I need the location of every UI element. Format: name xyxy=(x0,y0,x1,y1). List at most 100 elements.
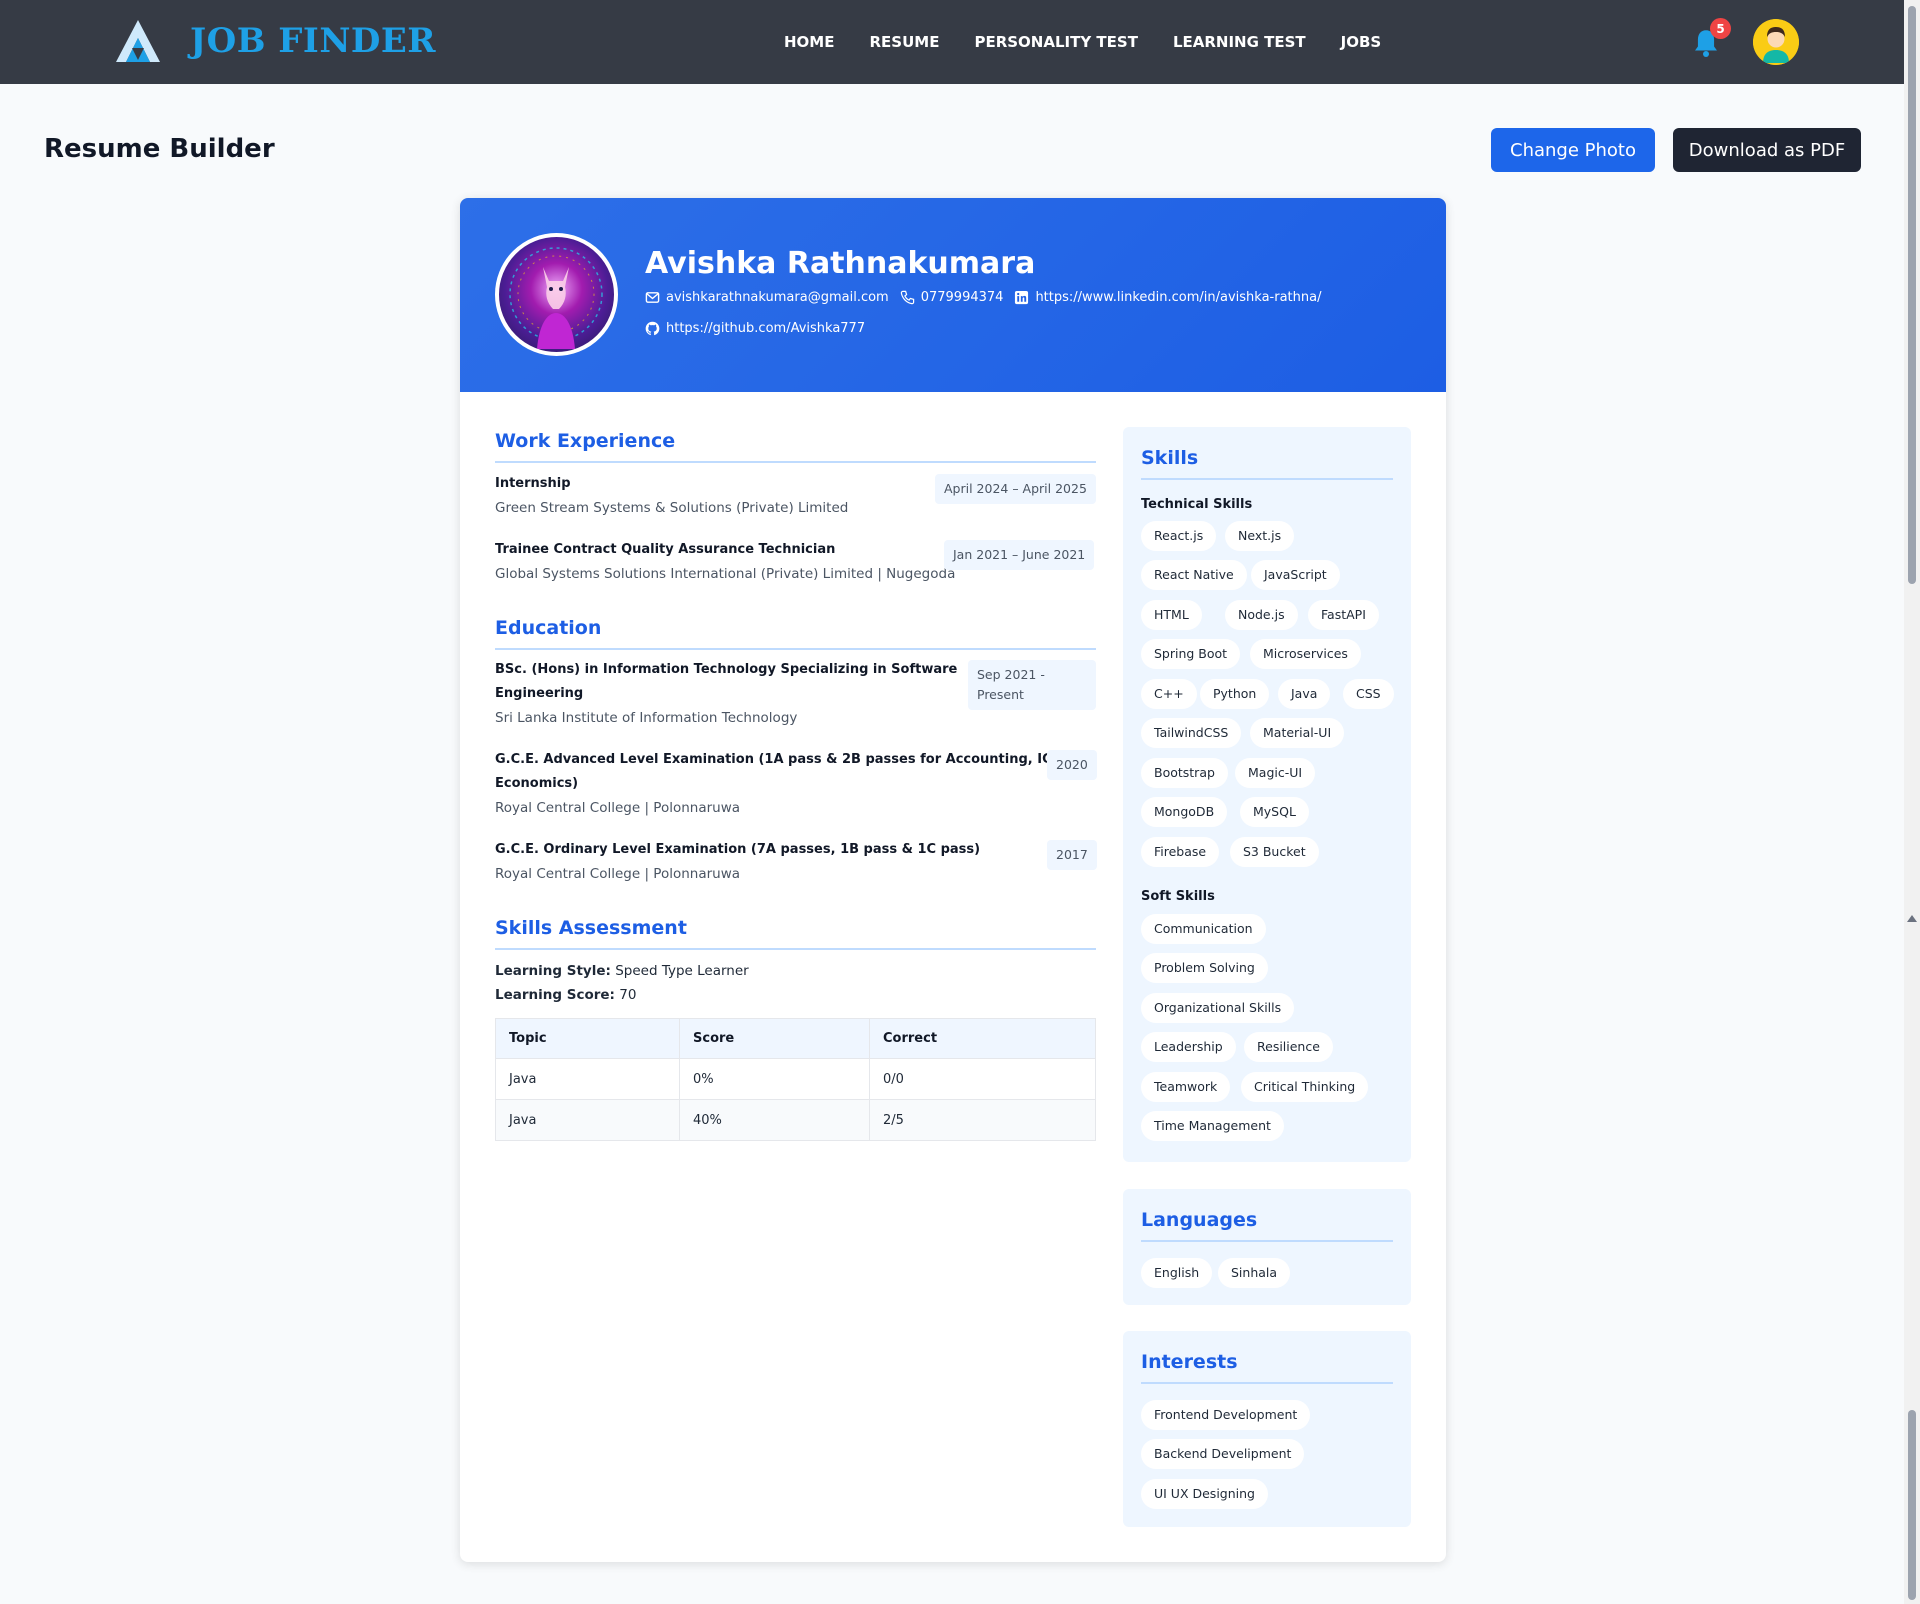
interest-tag: UI UX Designing xyxy=(1141,1479,1268,1509)
skill-tag: Node.js xyxy=(1225,600,1298,630)
section-divider xyxy=(1141,1382,1393,1384)
work-role: Internship xyxy=(495,476,571,491)
language-tag: English xyxy=(1141,1258,1213,1288)
education-degree: G.C.E. Advanced Level Examination (1A pa… xyxy=(495,748,1076,796)
skill-tag: Communication xyxy=(1141,914,1266,944)
soft-skills-heading: Soft Skills xyxy=(1141,889,1215,904)
learning-style: Learning Style: Speed Type Learner xyxy=(495,963,749,979)
contact-email[interactable]: avishkarathnakumara@gmail.com xyxy=(645,290,889,305)
skill-tag: C++ xyxy=(1141,679,1197,709)
notification-count-badge: 5 xyxy=(1710,18,1731,39)
github-url: https://github.com/Avishka777 xyxy=(666,321,866,336)
scroll-up-arrow-icon[interactable] xyxy=(1907,915,1917,922)
table-cell: 0% xyxy=(679,1058,870,1100)
skill-tag: Microservices xyxy=(1250,639,1361,669)
skill-tag: TailwindCSS xyxy=(1141,718,1242,748)
technical-skills-heading: Technical Skills xyxy=(1141,497,1253,512)
education-degree-line: Economics) xyxy=(495,776,579,791)
learning-style-value: Speed Type Learner xyxy=(615,963,749,979)
education-school: Royal Central College | Polonnaruwa xyxy=(495,866,741,882)
skill-tag: Bootstrap xyxy=(1141,758,1228,788)
page-scrollbar[interactable] xyxy=(1904,0,1920,1604)
skill-tag: HTML xyxy=(1141,600,1202,630)
scrollbar-thumb[interactable] xyxy=(1908,6,1916,584)
github-icon xyxy=(645,321,660,336)
skill-tag: S3 Bucket xyxy=(1230,837,1319,867)
nav-learning-test[interactable]: LEARNING TEST xyxy=(1173,33,1306,51)
education-degree-line: Engineering xyxy=(495,686,584,701)
skill-tag: Critical Thinking xyxy=(1241,1072,1369,1102)
contact-row: avishkarathnakumara@gmail.com 0779994374… xyxy=(645,290,1332,305)
nav-resume[interactable]: RESUME xyxy=(869,33,939,51)
top-navbar: JOB FINDER HOME RESUME PERSONALITY TEST … xyxy=(0,0,1904,84)
table-row: Java 40% 2/5 xyxy=(495,1099,1096,1141)
skill-tag: MongoDB xyxy=(1141,797,1228,827)
work-company: Green Stream Systems & Solutions (Privat… xyxy=(495,500,849,516)
work-date: Jan 2021 – June 2021 xyxy=(944,540,1095,570)
user-avatar[interactable] xyxy=(1753,19,1799,65)
phone-icon xyxy=(900,290,914,305)
skill-tag: FastAPI xyxy=(1308,600,1379,630)
learning-score: Learning Score: 70 xyxy=(495,987,636,1003)
column-header-topic: Topic xyxy=(495,1018,680,1059)
nav-jobs[interactable]: JOBS xyxy=(1341,33,1382,51)
mail-icon xyxy=(645,292,660,303)
education-date-line: Present xyxy=(977,687,1024,702)
section-divider xyxy=(495,461,1096,463)
profile-photo-image xyxy=(509,247,603,349)
table-header-row: Topic Score Correct xyxy=(495,1018,1096,1059)
skill-tag: Spring Boot xyxy=(1141,639,1241,669)
education-date: Sep 2021 - Present xyxy=(968,660,1096,710)
change-photo-button[interactable]: Change Photo xyxy=(1491,128,1655,172)
work-role: Trainee Contract Quality Assurance Techn… xyxy=(495,542,836,557)
nav-home[interactable]: HOME xyxy=(784,33,834,51)
skill-tag: JavaScript xyxy=(1251,560,1340,590)
skills-assessment-heading: Skills Assessment xyxy=(495,917,687,939)
languages-panel: Languages English Sinhala xyxy=(1123,1189,1411,1305)
contact-row-secondary: https://github.com/Avishka777 xyxy=(645,321,876,336)
interests-heading: Interests xyxy=(1141,1351,1238,1373)
skill-tag: React Native xyxy=(1141,560,1247,590)
education-school: Royal Central College | Polonnaruwa xyxy=(495,800,741,816)
interest-tag: Frontend Development xyxy=(1141,1400,1311,1430)
download-pdf-button[interactable]: Download as PDF xyxy=(1673,128,1861,172)
nav-personality-test[interactable]: PERSONALITY TEST xyxy=(974,33,1137,51)
linkedin-url: https://www.linkedin.com/in/avishka-rath… xyxy=(1035,290,1322,305)
education-heading: Education xyxy=(495,617,602,639)
resume-header: Avishka Rathnakumara avishkarathnakumara… xyxy=(460,198,1446,392)
brand[interactable]: JOB FINDER xyxy=(114,18,436,64)
column-header-correct: Correct xyxy=(869,1018,1096,1059)
skill-tag: Java xyxy=(1278,679,1331,709)
skill-tag: Leadership xyxy=(1141,1032,1236,1062)
scrollbar-thumb-lower[interactable] xyxy=(1908,1410,1916,1600)
table-cell: 2/5 xyxy=(869,1099,1096,1141)
table-row: Java 0% 0/0 xyxy=(495,1058,1096,1100)
skill-tag: Teamwork xyxy=(1141,1072,1231,1102)
main-nav: HOME RESUME PERSONALITY TEST LEARNING TE… xyxy=(784,0,1381,84)
work-company: Global Systems Solutions International (… xyxy=(495,566,956,582)
linkedin-icon xyxy=(1015,290,1029,305)
email-text: avishkarathnakumara@gmail.com xyxy=(666,290,889,305)
skill-tag: React.js xyxy=(1141,521,1217,551)
skill-tag: Time Management xyxy=(1141,1111,1284,1141)
learning-score-label: Learning Score: xyxy=(495,987,615,1003)
contact-linkedin[interactable]: https://www.linkedin.com/in/avishka-rath… xyxy=(1014,290,1321,305)
language-tag: Sinhala xyxy=(1218,1258,1291,1288)
skill-tag: Problem Solving xyxy=(1141,953,1268,983)
skill-tag: CSS xyxy=(1343,679,1394,709)
skill-tag: Material-UI xyxy=(1250,718,1345,748)
skill-tag: Organizational Skills xyxy=(1141,993,1295,1023)
resume-card: Avishka Rathnakumara avishkarathnakumara… xyxy=(460,198,1446,1562)
brand-logo-icon xyxy=(116,20,160,62)
contact-github[interactable]: https://github.com/Avishka777 xyxy=(645,321,865,336)
skill-tag: Magic-UI xyxy=(1235,758,1316,788)
education-degree: G.C.E. Ordinary Level Examination (7A pa… xyxy=(495,842,981,857)
skills-panel: Skills Technical Skills React.js Next.js… xyxy=(1123,427,1411,1162)
section-divider xyxy=(495,948,1096,950)
table-cell: Java xyxy=(495,1058,680,1100)
page-title: Resume Builder xyxy=(44,134,275,164)
skill-tag: Resilience xyxy=(1244,1032,1333,1062)
table-cell: 40% xyxy=(679,1099,870,1141)
skills-heading: Skills xyxy=(1141,447,1199,469)
contact-phone[interactable]: 0779994374 xyxy=(900,290,1003,305)
